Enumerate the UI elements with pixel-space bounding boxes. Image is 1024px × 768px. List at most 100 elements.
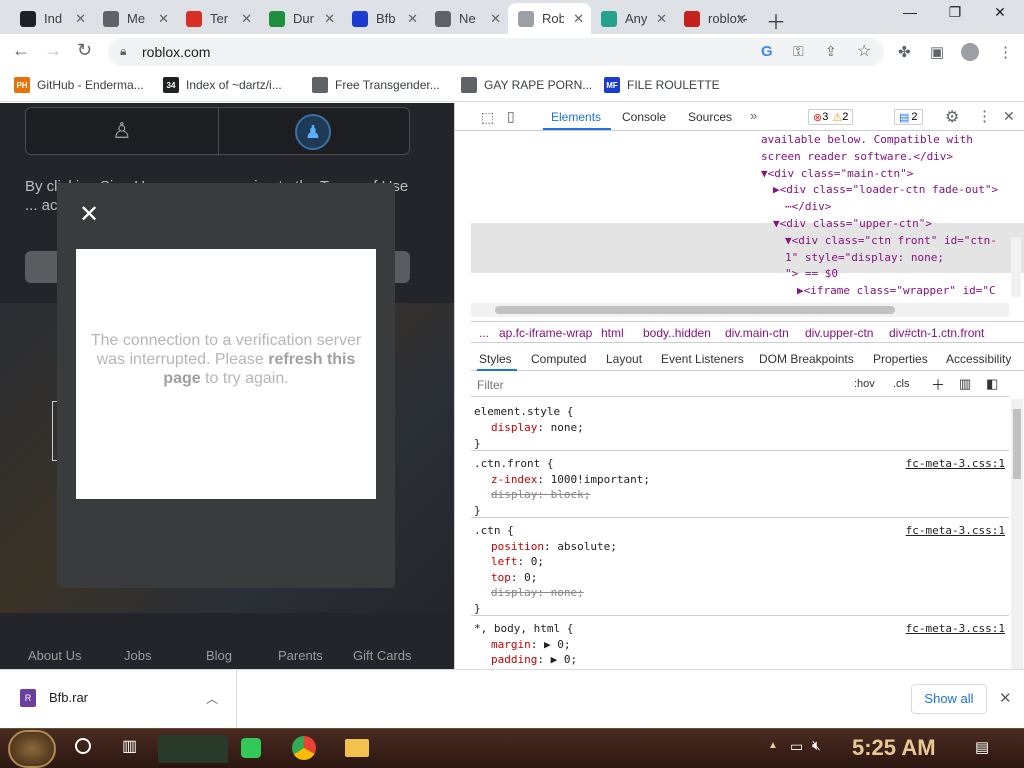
close-tab-icon[interactable]: ✕ <box>75 11 86 27</box>
styles-tab-3[interactable]: Event Listeners <box>661 352 744 366</box>
breadcrumb-item[interactable]: div#ctn-1.ctn.front <box>889 326 984 340</box>
dom-node-line[interactable]: screen reader software.</div> <box>761 150 953 163</box>
notification-icon[interactable]: ▤ <box>975 738 989 756</box>
gear-icon[interactable]: ⚙ <box>945 107 959 127</box>
issues-counter[interactable]: ⊗ 3 ⚠ 2 <box>808 109 854 125</box>
tab-console[interactable]: Console <box>622 110 666 124</box>
css-declaration[interactable]: position: absolute; <box>491 540 617 553</box>
close-tab-icon[interactable]: ✕ <box>736 11 747 27</box>
extensions-icon[interactable]: ✤ <box>898 43 911 61</box>
tab-2[interactable]: Ter ✕ <box>176 3 259 34</box>
css-declaration[interactable]: display: none; <box>491 586 584 599</box>
new-tab-button[interactable]: ＋ <box>766 6 786 35</box>
chevron-up-tray-icon[interactable]: ▲ <box>768 740 778 751</box>
dom-node-line[interactable]: ⋯</div> <box>785 200 831 213</box>
css-declaration[interactable]: z-index: 1000!important; <box>491 473 650 486</box>
breadcrumb-item[interactable]: body..hidden <box>643 326 711 340</box>
dom-node-line[interactable]: available below. Compatible with <box>761 133 973 146</box>
close-tab-icon[interactable]: ✕ <box>241 11 252 27</box>
styles-tab-4[interactable]: DOM Breakpoints <box>759 352 854 366</box>
star-icon[interactable]: ☆ <box>857 41 871 61</box>
footer-link-jobs[interactable]: Jobs <box>124 648 151 663</box>
css-source-link[interactable]: fc-meta-3.css:1 <box>906 524 1005 537</box>
forward-button[interactable]: → <box>44 40 62 61</box>
male-gender-button[interactable]: ♙ <box>26 108 218 156</box>
key-icon[interactable]: ⚿ <box>793 43 804 60</box>
bookmark-3[interactable]: GAY RAPE PORN... <box>461 77 592 93</box>
address-bar[interactable]: 🔒︎ roblox.com G ⚿ ⇪ ☆ <box>108 38 884 66</box>
taskbar-clock[interactable]: 5:25 AM <box>852 735 936 761</box>
back-button[interactable]: ← <box>12 40 30 61</box>
dom-node-line[interactable]: ▼<div class="main-ctn"> <box>761 167 913 180</box>
breadcrumb-item[interactable]: html <box>601 326 624 340</box>
styles-tab-2[interactable]: Layout <box>606 352 642 366</box>
css-declaration[interactable]: display: block; <box>491 488 590 501</box>
add-rule-icon[interactable]: ＋ <box>931 375 945 395</box>
breadcrumb-item[interactable]: ... <box>479 326 489 340</box>
paint-icon[interactable]: ▥ <box>959 376 971 392</box>
tab-1[interactable]: Me ✕ <box>93 3 176 34</box>
show-all-button[interactable]: Show all <box>911 684 987 714</box>
close-window-button[interactable]: ✕ <box>980 4 1020 21</box>
class-toggle[interactable]: .cls <box>893 378 910 390</box>
css-declaration[interactable]: margin: ▶ 0; <box>491 638 571 651</box>
styles-tab-6[interactable]: Accessibility <box>946 352 1011 366</box>
sidebar-toggle-icon[interactable]: ◧ <box>986 376 998 392</box>
chrome-taskbar-icon[interactable] <box>292 736 316 760</box>
bookmark-1[interactable]: 34 Index of ~dartz/i... <box>163 77 282 93</box>
hover-state-toggle[interactable]: :hov <box>854 378 875 390</box>
chevron-up-icon[interactable]: ︿ <box>206 690 218 707</box>
dom-scrollbar[interactable] <box>1011 237 1021 297</box>
tab-8[interactable]: roblox- ✕ <box>674 3 754 34</box>
network-icon[interactable]: ▭ <box>790 738 803 755</box>
close-devtools-icon[interactable]: ✕ <box>1003 108 1015 125</box>
taskbar-search-area[interactable] <box>158 735 228 763</box>
tab-6[interactable]: Rob ✕ <box>508 3 591 34</box>
close-tab-icon[interactable]: ✕ <box>573 11 584 27</box>
dom-node-line[interactable]: 1" style="display: none; <box>785 251 944 264</box>
close-downloads-icon[interactable]: ✕ <box>999 689 1012 707</box>
css-declaration[interactable]: top: 0; <box>491 571 537 584</box>
tab-elements[interactable]: Elements <box>551 110 601 124</box>
css-declaration[interactable]: left: 0; <box>491 555 544 568</box>
more-tabs-icon[interactable]: » <box>750 108 757 123</box>
close-tab-icon[interactable]: ✕ <box>407 11 418 27</box>
tab-7[interactable]: Any ✕ <box>591 3 674 34</box>
start-button[interactable] <box>8 730 56 768</box>
css-declaration[interactable]: padding: ▶ 0; <box>491 653 577 666</box>
minimize-button[interactable]: — <box>890 4 930 20</box>
css-selector[interactable]: .ctn { <box>474 524 514 537</box>
share-icon[interactable]: ⇪ <box>825 43 837 60</box>
download-item[interactable]: R Bfb.rar ︿ <box>0 670 237 729</box>
messages-counter[interactable]: ▤ 2 <box>894 109 923 125</box>
css-selector[interactable]: element.style { <box>474 405 573 418</box>
css-source-link[interactable]: fc-meta-3.css:1 <box>906 457 1005 470</box>
styles-tab-5[interactable]: Properties <box>873 352 928 366</box>
dom-node-line[interactable]: "> == $0 <box>785 267 838 280</box>
reload-button[interactable]: ↻ <box>77 40 92 61</box>
dom-node-line[interactable]: ▼<div class="ctn front" id="ctn- <box>785 234 997 247</box>
close-tab-icon[interactable]: ✕ <box>656 11 667 27</box>
device-toggle-icon[interactable]: ▯ <box>507 108 515 125</box>
restore-button[interactable]: ❐ <box>935 4 975 21</box>
styles-scrollbar[interactable] <box>1011 399 1023 669</box>
tab-4[interactable]: Bfb ✕ <box>342 3 425 34</box>
female-gender-button[interactable]: ♟ <box>219 108 411 156</box>
close-tab-icon[interactable]: ✕ <box>324 11 335 27</box>
volume-muted-icon[interactable]: 🔇︎ <box>812 737 821 754</box>
kebab-menu-icon[interactable]: ⋮ <box>977 107 992 125</box>
close-tab-icon[interactable]: ✕ <box>490 11 501 27</box>
breadcrumb-item[interactable]: div.upper-ctn <box>805 326 873 340</box>
side-panel-icon[interactable]: ▣ <box>930 43 944 61</box>
profile-icon[interactable] <box>961 43 979 61</box>
dom-node-line[interactable]: ▶<iframe class="wrapper" id="C <box>797 284 996 297</box>
breadcrumb-item[interactable]: div.main-ctn <box>725 326 789 340</box>
tab-5[interactable]: Ne ✕ <box>425 3 508 34</box>
dom-horizontal-scrollbar[interactable] <box>471 303 1009 317</box>
css-declaration[interactable]: display: none; <box>491 421 584 434</box>
bookmark-2[interactable]: Free Transgender... <box>312 77 440 93</box>
css-selector[interactable]: *, body, html { <box>474 622 573 635</box>
css-source-link[interactable]: fc-meta-3.css:1 <box>906 622 1005 635</box>
styles-scroll-thumb[interactable] <box>1013 409 1021 479</box>
menu-icon[interactable]: ⋮ <box>998 43 1013 61</box>
